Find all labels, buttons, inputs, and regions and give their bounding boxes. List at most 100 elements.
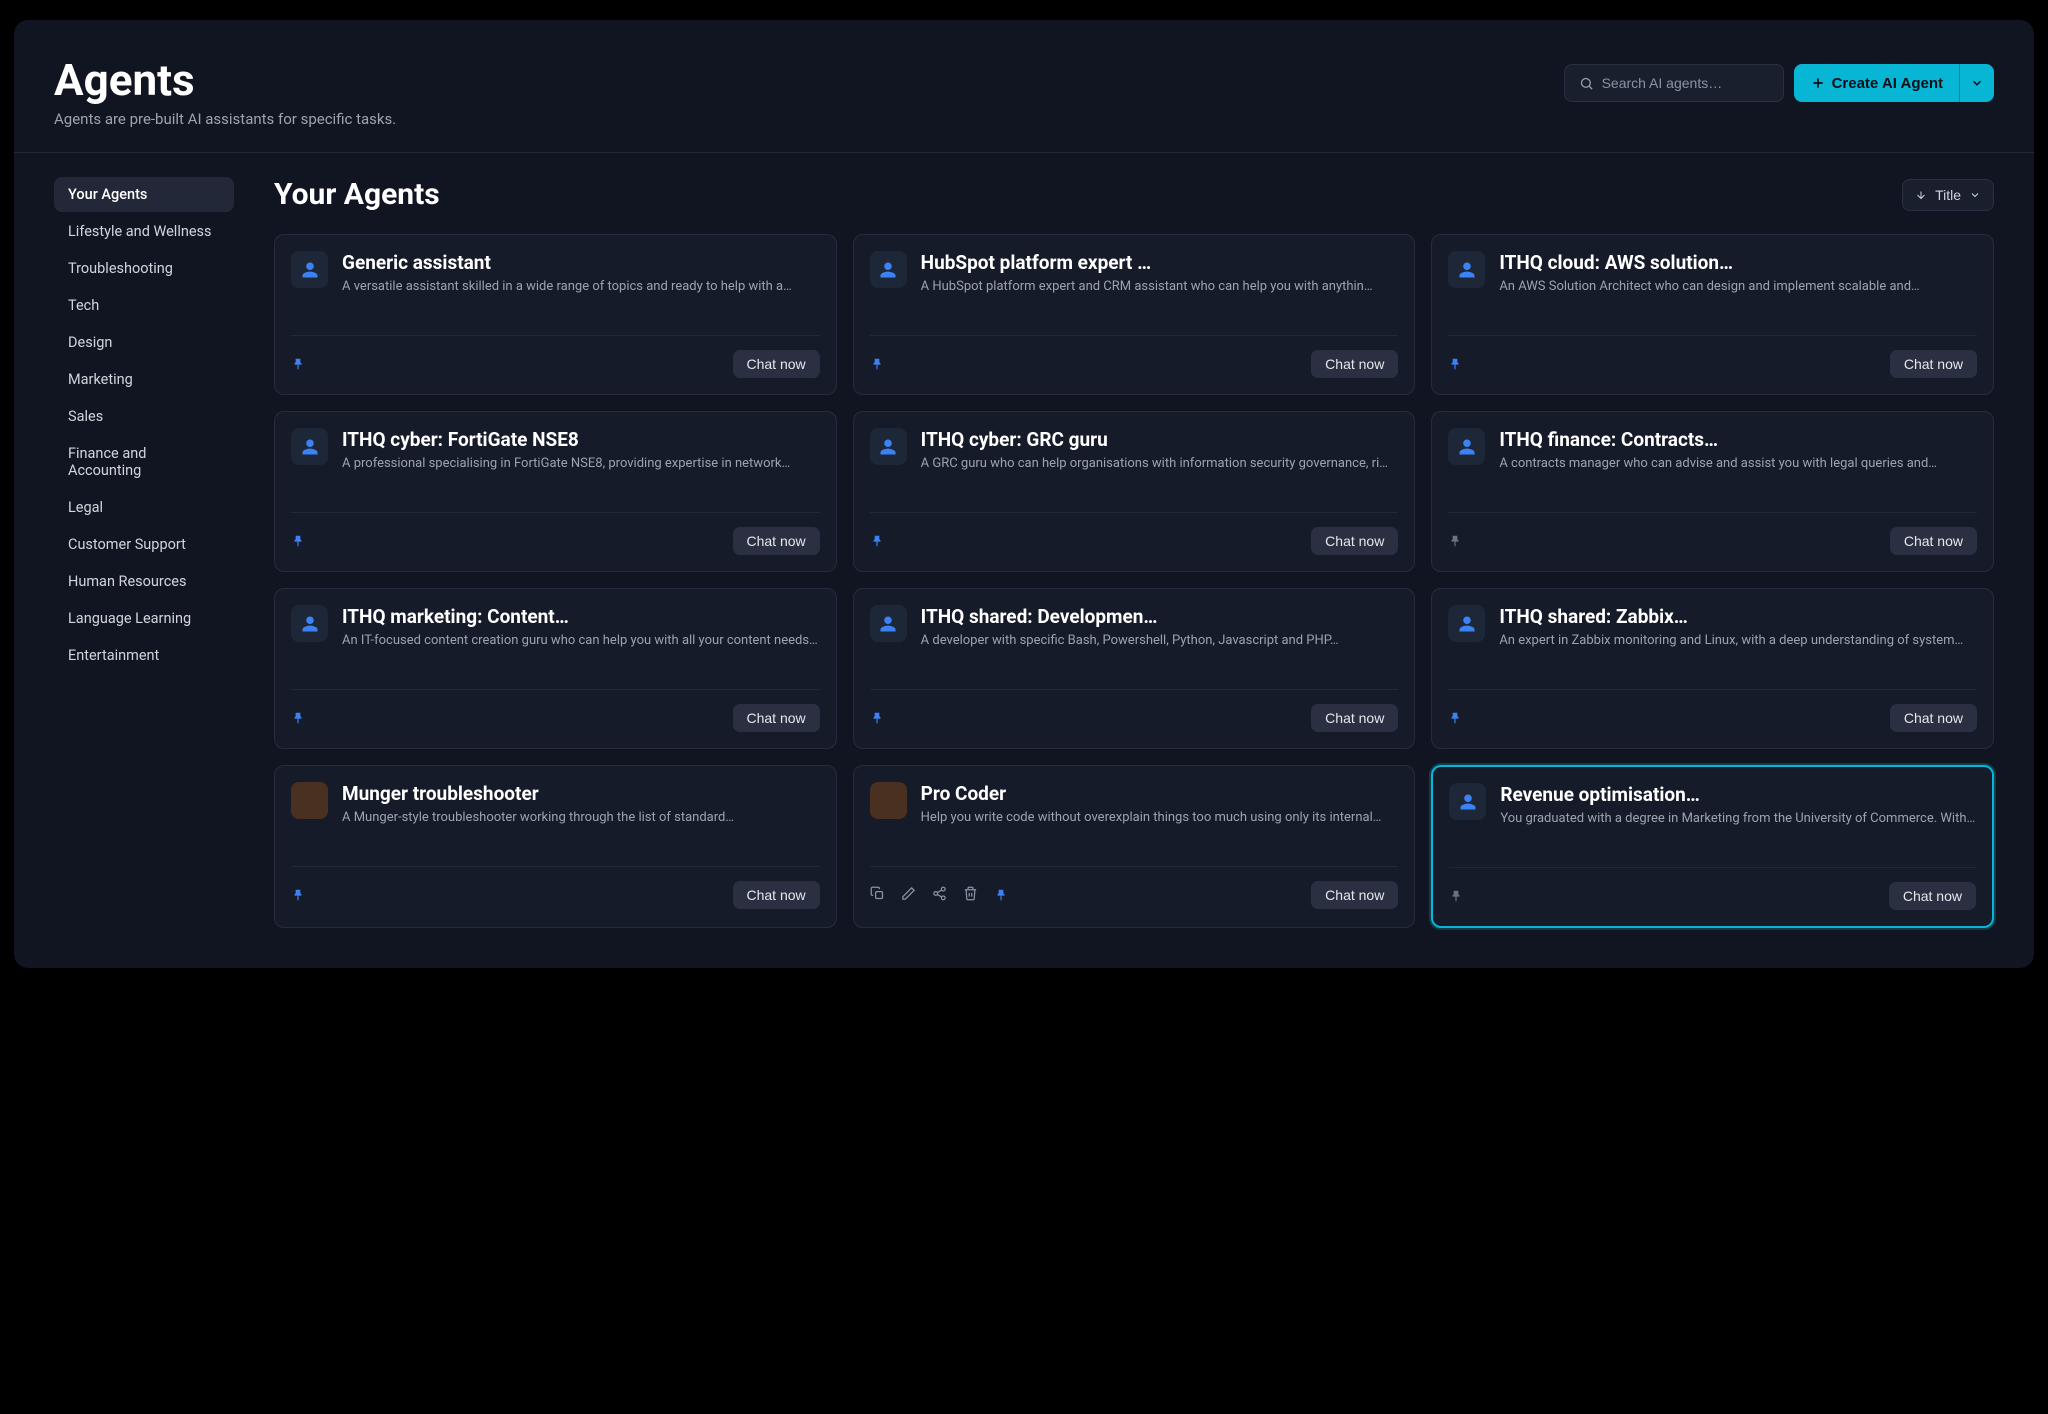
card-top: Pro Coder Help you write code without ove… — [870, 782, 1399, 852]
avatar — [1449, 783, 1486, 820]
main-header: Your Agents Title — [274, 177, 1994, 212]
card-bottom: Chat now — [291, 512, 820, 555]
card-bottom: Chat now — [1448, 689, 1977, 732]
card-info: ITHQ finance: Contracts…A contracts mana… — [1499, 428, 1977, 498]
chat-now-button[interactable]: Chat now — [1890, 350, 1977, 378]
agent-card[interactable]: ITHQ shared: Zabbix…An expert in Zabbix … — [1431, 588, 1994, 749]
sidebar-item[interactable]: Legal — [54, 490, 234, 525]
sort-label: Title — [1935, 187, 1961, 203]
chat-now-button[interactable]: Chat now — [1311, 704, 1398, 732]
card-actions-left — [291, 357, 305, 371]
agent-title: ITHQ marketing: Content… — [342, 605, 820, 628]
chat-now-button[interactable]: Chat now — [733, 881, 820, 909]
agent-card[interactable]: ITHQ finance: Contracts…A contracts mana… — [1431, 411, 1994, 572]
agent-description: Help you write code without overexplain … — [921, 809, 1399, 827]
chat-now-button[interactable]: Chat now — [1311, 527, 1398, 555]
card-top: Revenue optimisation…You graduated with … — [1449, 783, 1976, 853]
sidebar: Your AgentsLifestyle and WellnessTrouble… — [54, 177, 234, 928]
body: Your AgentsLifestyle and WellnessTrouble… — [14, 153, 2034, 968]
card-top: Munger troubleshooterA Munger-style trou… — [291, 782, 820, 852]
avatar — [870, 251, 907, 288]
card-info: ITHQ shared: Zabbix…An expert in Zabbix … — [1499, 605, 1977, 675]
header: Agents Agents are pre-built AI assistant… — [14, 20, 2034, 153]
sidebar-item[interactable]: Design — [54, 325, 234, 360]
agent-card[interactable]: Munger troubleshooterA Munger-style trou… — [274, 765, 837, 928]
agent-title: Pro Coder — [921, 782, 1399, 805]
sidebar-item[interactable]: Customer Support — [54, 527, 234, 562]
avatar — [870, 428, 907, 465]
card-top: Generic assistantA versatile assistant s… — [291, 251, 820, 321]
chat-now-button[interactable]: Chat now — [733, 704, 820, 732]
agent-card[interactable]: ITHQ cyber: GRC guruA GRC guru who can h… — [853, 411, 1416, 572]
agent-title: ITHQ cloud: AWS solution… — [1499, 251, 1977, 274]
agent-card[interactable]: ITHQ cyber: FortiGate NSE8A professional… — [274, 411, 837, 572]
chevron-down-icon — [1969, 189, 1981, 201]
sidebar-item[interactable]: Finance and Accounting — [54, 436, 234, 488]
agent-description: A versatile assistant skilled in a wide … — [342, 278, 820, 296]
sort-button[interactable]: Title — [1902, 179, 1994, 211]
chat-now-button[interactable]: Chat now — [1889, 882, 1976, 910]
card-bottom: Chat now — [870, 512, 1399, 555]
chat-now-button[interactable]: Chat now — [733, 350, 820, 378]
card-top: ITHQ finance: Contracts…A contracts mana… — [1448, 428, 1977, 498]
agent-card[interactable]: ITHQ shared: Developmen…A developer with… — [853, 588, 1416, 749]
pin-icon[interactable] — [291, 888, 305, 902]
avatar — [1448, 251, 1485, 288]
arrow-down-icon — [1915, 189, 1927, 201]
pin-icon[interactable] — [870, 534, 884, 548]
sidebar-item[interactable]: Lifestyle and Wellness — [54, 214, 234, 249]
create-agent-dropdown[interactable] — [1959, 64, 1994, 102]
create-agent-button[interactable]: Create AI Agent — [1794, 64, 1959, 102]
chat-now-button[interactable]: Chat now — [1311, 350, 1398, 378]
agent-description: A HubSpot platform expert and CRM assist… — [921, 278, 1399, 296]
avatar — [291, 251, 328, 288]
agent-title: HubSpot platform expert … — [921, 251, 1399, 274]
chat-now-button[interactable]: Chat now — [1890, 704, 1977, 732]
trash-icon[interactable] — [963, 886, 978, 905]
pin-icon[interactable] — [1448, 357, 1462, 371]
sidebar-item[interactable]: Entertainment — [54, 638, 234, 673]
create-agent-group: Create AI Agent — [1794, 64, 1994, 102]
sidebar-item[interactable]: Language Learning — [54, 601, 234, 636]
sidebar-item[interactable]: Human Resources — [54, 564, 234, 599]
card-top: HubSpot platform expert … A HubSpot platf… — [870, 251, 1399, 321]
agent-card[interactable]: HubSpot platform expert … A HubSpot platf… — [853, 234, 1416, 395]
pin-icon[interactable] — [870, 711, 884, 725]
sidebar-item[interactable]: Tech — [54, 288, 234, 323]
search-input[interactable] — [1602, 75, 1769, 91]
agent-title: Munger troubleshooter — [342, 782, 820, 805]
edit-icon[interactable] — [901, 886, 916, 905]
chevron-down-icon — [1970, 76, 1984, 90]
share-icon[interactable] — [932, 886, 947, 905]
agent-card[interactable]: Generic assistantA versatile assistant s… — [274, 234, 837, 395]
agent-card[interactable]: ITHQ cloud: AWS solution…An AWS Solution… — [1431, 234, 1994, 395]
card-top: ITHQ cyber: GRC guruA GRC guru who can h… — [870, 428, 1399, 498]
sidebar-item[interactable]: Sales — [54, 399, 234, 434]
agent-card[interactable]: Revenue optimisation…You graduated with … — [1431, 765, 1994, 928]
card-actions-left — [1448, 711, 1462, 725]
section-heading: Your Agents — [274, 177, 440, 212]
card-actions-left — [1448, 357, 1462, 371]
pin-icon[interactable] — [291, 711, 305, 725]
card-info: ITHQ cyber: FortiGate NSE8A professional… — [342, 428, 820, 498]
pin-icon[interactable] — [870, 357, 884, 371]
pin-icon[interactable] — [291, 534, 305, 548]
pin-icon[interactable] — [1449, 889, 1463, 903]
pin-icon[interactable] — [291, 357, 305, 371]
search-box[interactable] — [1564, 64, 1784, 102]
card-bottom: Chat now — [870, 689, 1399, 732]
chat-now-button[interactable]: Chat now — [733, 527, 820, 555]
card-top: ITHQ shared: Developmen…A developer with… — [870, 605, 1399, 675]
chat-now-button[interactable]: Chat now — [1890, 527, 1977, 555]
chat-now-button[interactable]: Chat now — [1311, 881, 1398, 909]
sidebar-item[interactable]: Your Agents — [54, 177, 234, 212]
card-bottom: Chat now — [1448, 512, 1977, 555]
agent-card[interactable]: ITHQ marketing: Content…An IT-focused co… — [274, 588, 837, 749]
copy-icon[interactable] — [870, 886, 885, 905]
pin-icon[interactable] — [1448, 711, 1462, 725]
agent-card[interactable]: Pro Coder Help you write code without ove… — [853, 765, 1416, 928]
pin-icon[interactable] — [994, 888, 1008, 902]
pin-icon[interactable] — [1448, 534, 1462, 548]
sidebar-item[interactable]: Marketing — [54, 362, 234, 397]
sidebar-item[interactable]: Troubleshooting — [54, 251, 234, 286]
